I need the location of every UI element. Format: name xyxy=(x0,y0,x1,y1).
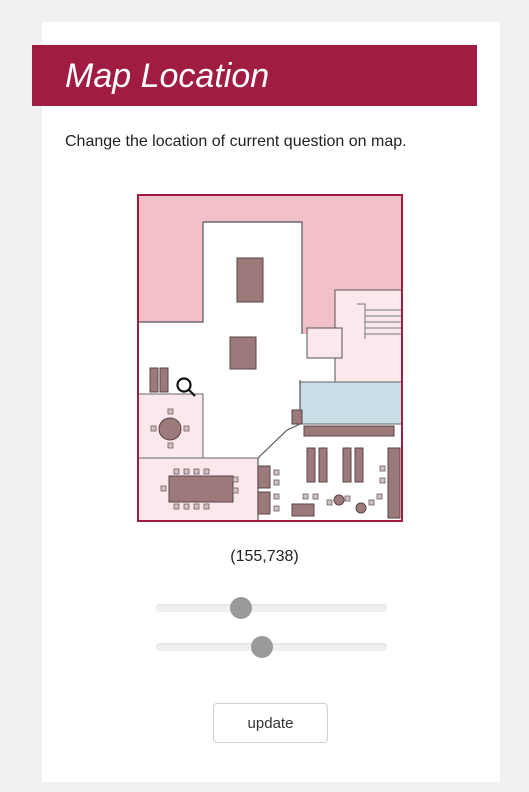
page-title: Map Location xyxy=(65,57,270,95)
small-room xyxy=(306,327,343,359)
update-button[interactable]: update xyxy=(213,703,328,743)
stair-room xyxy=(334,289,403,383)
blue-room xyxy=(299,381,403,425)
floor-plan-map[interactable] xyxy=(137,194,403,522)
coordinates-readout: (155,738) xyxy=(230,548,299,565)
instruction-text: Change the location of current question … xyxy=(65,133,407,150)
y-slider[interactable] xyxy=(156,636,387,658)
x-slider[interactable] xyxy=(156,597,387,619)
page-header: Map Location xyxy=(32,45,477,106)
